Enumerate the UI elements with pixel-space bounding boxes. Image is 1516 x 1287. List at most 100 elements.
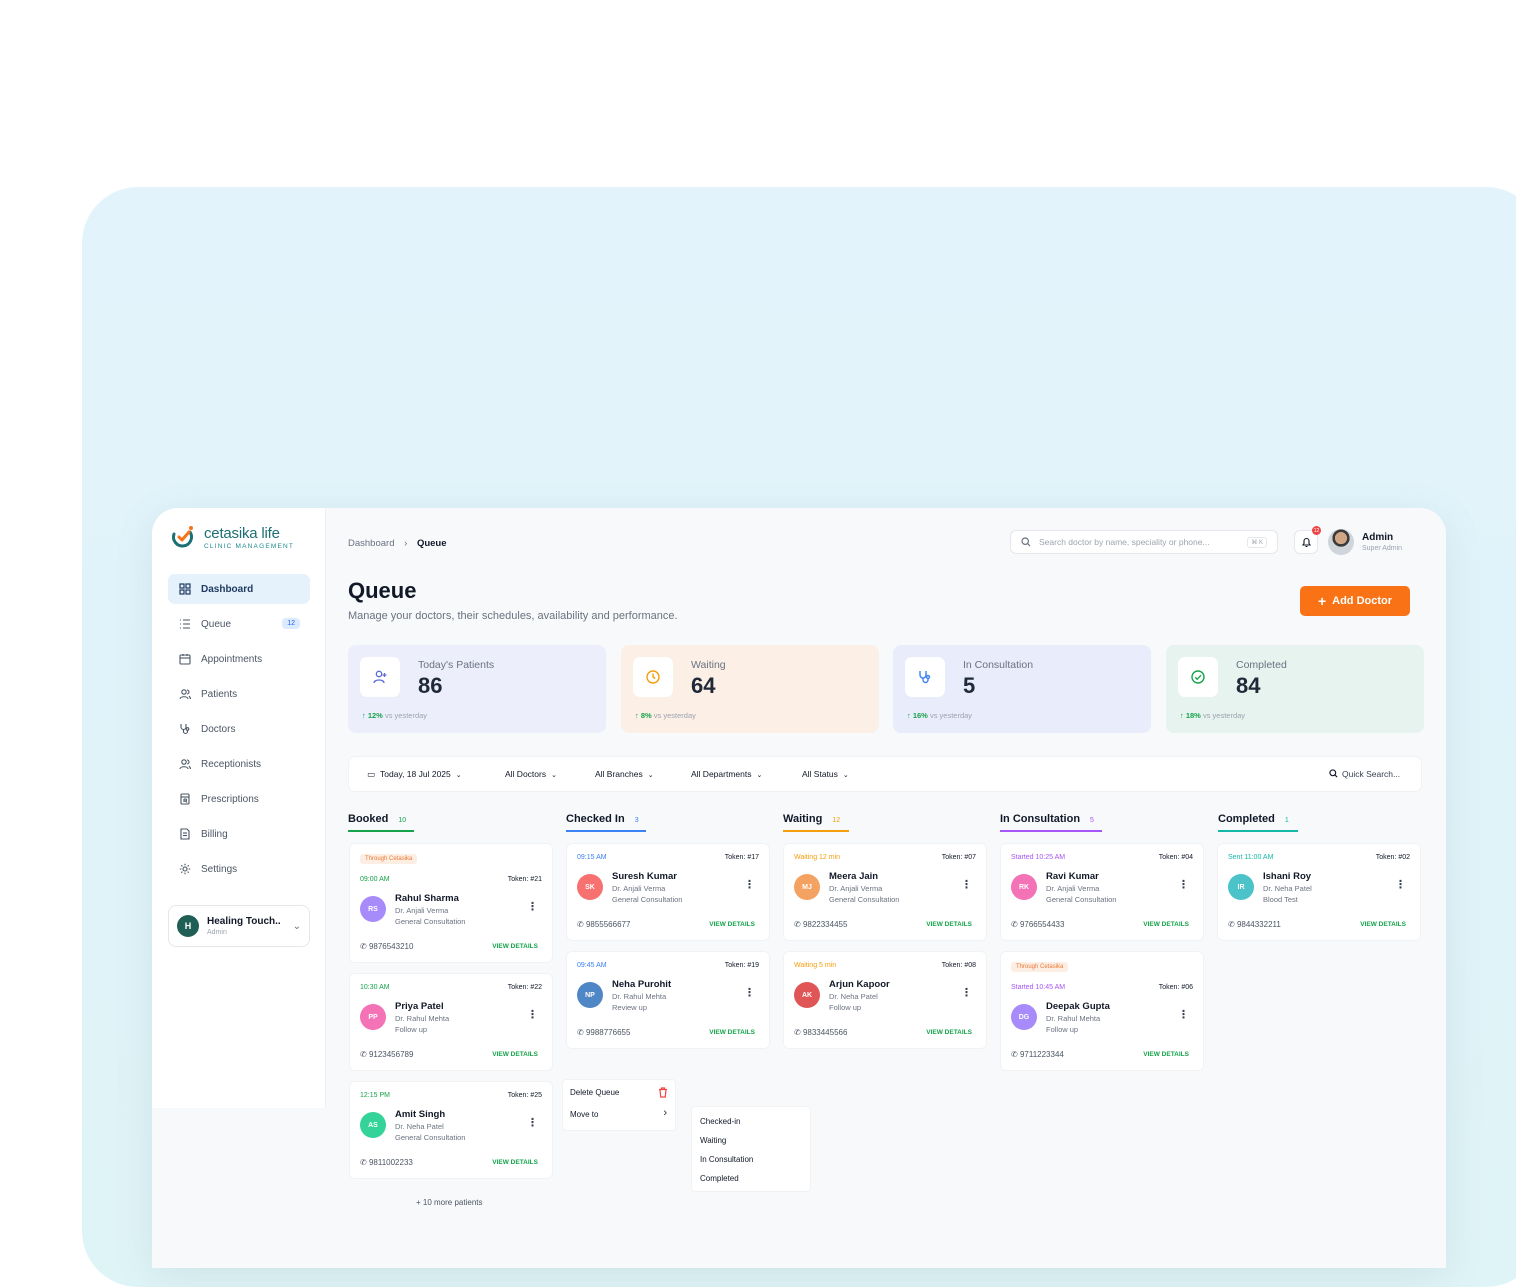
add-doctor-button[interactable]: + Add Doctor xyxy=(1300,586,1410,616)
stat-label: In Consultation xyxy=(963,659,1034,671)
view-details-link[interactable]: VIEW DETAILS xyxy=(709,921,755,928)
doctor-name: Dr. Anjali Verma xyxy=(395,906,449,915)
source-tag: Through Cetasika xyxy=(1011,962,1069,972)
more-options-icon[interactable]: ⋮ xyxy=(527,1116,538,1129)
column-header-in-consultation[interactable]: In Consultation 5 xyxy=(1000,813,1102,832)
document-icon xyxy=(178,827,192,841)
users-icon xyxy=(178,757,192,771)
more-options-icon[interactable]: ⋮ xyxy=(744,878,755,891)
view-details-link[interactable]: VIEW DETAILS xyxy=(492,1051,538,1058)
breadcrumb-root[interactable]: Dashboard xyxy=(348,538,394,549)
column-header-completed[interactable]: Completed 1 xyxy=(1218,813,1298,832)
patient-avatar: MJ xyxy=(794,874,820,900)
sidebar-item-receptionists[interactable]: Receptionists xyxy=(168,749,310,779)
patient-card[interactable]: 09:15 AM Token: #17 SK Suresh Kumar Dr. … xyxy=(566,843,770,941)
chevron-down-icon: ⌄ xyxy=(647,772,654,779)
stat-trend-text: vs yesterday xyxy=(653,711,696,720)
view-details-link[interactable]: VIEW DETAILS xyxy=(1143,1051,1189,1058)
user-role: Super Admin xyxy=(1362,545,1403,552)
status-filter[interactable]: All Status ⌄ xyxy=(802,769,849,779)
move-option-checked-in[interactable]: Checked-in xyxy=(700,1117,740,1126)
patient-avatar: AK xyxy=(794,982,820,1008)
delete-queue-item[interactable]: Delete Queue xyxy=(570,1088,619,1097)
move-to-item[interactable]: Move to xyxy=(570,1110,598,1119)
more-options-icon[interactable]: ⋮ xyxy=(744,986,755,999)
view-details-link[interactable]: VIEW DETAILS xyxy=(926,1029,972,1036)
view-details-link[interactable]: VIEW DETAILS xyxy=(492,1159,538,1166)
visit-type: General Consultation xyxy=(395,1133,466,1142)
column-header-checked-in[interactable]: Checked In 3 xyxy=(566,813,646,832)
trash-icon[interactable] xyxy=(658,1085,668,1103)
patient-card[interactable]: 10:30 AM Token: #22 PP Priya Patel Dr. R… xyxy=(349,973,553,1071)
more-patients-link[interactable]: + 10 more patients xyxy=(416,1198,482,1207)
phone-icon: ✆ xyxy=(360,942,369,951)
patient-card[interactable]: Sent 11:00 AM Token: #02 IR Ishani Roy D… xyxy=(1217,843,1421,941)
sidebar-item-doctors[interactable]: Doctors xyxy=(168,714,310,744)
view-details-link[interactable]: VIEW DETAILS xyxy=(492,943,538,950)
sidebar-item-patients[interactable]: Patients xyxy=(168,679,310,709)
more-options-icon[interactable]: ⋮ xyxy=(961,878,972,891)
view-details-link[interactable]: VIEW DETAILS xyxy=(926,921,972,928)
doctor-name: Dr. Neha Patel xyxy=(395,1122,444,1131)
patient-avatar: RK xyxy=(1011,874,1037,900)
patient-avatar: DG xyxy=(1011,1004,1037,1030)
departments-filter-label: All Departments xyxy=(691,769,752,779)
view-details-link[interactable]: VIEW DETAILS xyxy=(1143,921,1189,928)
patient-phone: ✆ 9811002233 xyxy=(360,1158,413,1167)
patient-card[interactable]: Through Cetasika 09:00 AM Token: #21 RS … xyxy=(349,843,553,963)
clinic-switcher[interactable]: H Healing Touch.. Admin ⌄ xyxy=(168,905,310,947)
patient-card[interactable]: Started 10:25 AM Token: #04 RK Ravi Kuma… xyxy=(1000,843,1204,941)
column-header-booked[interactable]: Booked 10 xyxy=(348,813,414,832)
user-menu[interactable]: Admin Super Admin xyxy=(1328,529,1402,555)
page-title: Queue xyxy=(348,578,417,603)
patient-card[interactable]: 12:15 PM Token: #25 AS Amit Singh Dr. Ne… xyxy=(349,1081,553,1179)
sidebar-item-billing[interactable]: Billing xyxy=(168,819,310,849)
move-option-completed[interactable]: Completed xyxy=(700,1174,739,1183)
stat-card-todays-patients: Today's Patients 86 ↑ 12% vs yesterday xyxy=(348,645,606,733)
brand-logo[interactable]: cetasika life CLINIC MANAGEMENT xyxy=(170,524,294,550)
chevron-down-icon: ⌄ xyxy=(551,772,557,779)
search-icon xyxy=(1021,537,1031,547)
sidebar-item-queue[interactable]: Queue 12 xyxy=(168,609,310,639)
patient-card[interactable]: Through Cetasika Started 10:45 AM Token:… xyxy=(1000,951,1204,1071)
view-details-link[interactable]: VIEW DETAILS xyxy=(1360,921,1406,928)
patient-card[interactable]: 09:45 AM Token: #19 NP Neha Purohit Dr. … xyxy=(566,951,770,1049)
quick-search[interactable]: Quick Search... xyxy=(1329,769,1400,779)
move-option-waiting[interactable]: Waiting xyxy=(700,1136,726,1145)
notification-button[interactable]: 12 xyxy=(1294,526,1321,554)
more-options-icon[interactable]: ⋮ xyxy=(1178,1008,1189,1021)
column-header-waiting[interactable]: Waiting 12 xyxy=(783,813,849,832)
filter-bar: ▭ Today, 18 Jul 2025 ⌄ All Doctors ⌄ All Br… xyxy=(348,756,1422,792)
queue-count-badge: 12 xyxy=(282,618,300,629)
column-underline xyxy=(1218,830,1298,832)
quick-search-label: Quick Search... xyxy=(1342,769,1401,779)
more-options-icon[interactable]: ⋮ xyxy=(961,986,972,999)
card-time: 10:30 AM xyxy=(360,984,390,991)
phone-icon: ✆ xyxy=(360,1050,369,1059)
view-details-link[interactable]: VIEW DETAILS xyxy=(709,1029,755,1036)
doctors-filter[interactable]: All Doctors ⌄ xyxy=(505,769,557,779)
departments-filter[interactable]: All Departments ⌄ xyxy=(691,769,762,779)
search-input[interactable]: Search doctor by name, speciality or pho… xyxy=(1010,530,1278,554)
bell-icon xyxy=(1301,537,1311,547)
sidebar-item-appointments[interactable]: Appointments xyxy=(168,644,310,674)
more-options-icon[interactable]: ⋮ xyxy=(1178,878,1189,891)
patient-card[interactable]: Waiting 12 min Token: #07 MJ Meera Jain … xyxy=(783,843,987,941)
more-options-icon[interactable]: ⋮ xyxy=(527,900,538,913)
more-options-icon[interactable]: ⋮ xyxy=(527,1008,538,1021)
patient-phone: ✆ 9988776655 xyxy=(577,1028,630,1037)
more-options-icon[interactable]: ⋮ xyxy=(1395,878,1406,891)
branches-filter[interactable]: All Branches ⌄ xyxy=(595,769,654,779)
patient-card[interactable]: Waiting 5 min Token: #08 AK Arjun Kapoor… xyxy=(783,951,987,1049)
notification-badge: 12 xyxy=(1312,526,1321,535)
move-option-in-consultation[interactable]: In Consultation xyxy=(700,1155,753,1164)
sidebar-item-prescriptions[interactable]: Prescriptions xyxy=(168,784,310,814)
breadcrumb-separator-icon: › xyxy=(404,538,408,549)
calendar-icon xyxy=(178,652,192,666)
sidebar-item-settings[interactable]: Settings xyxy=(168,854,310,884)
stat-trend-text: vs yesterday xyxy=(929,711,973,720)
sidebar-item-dashboard[interactable]: Dashboard xyxy=(168,574,310,604)
patient-name: Meera Jain xyxy=(829,871,879,882)
date-filter[interactable]: ▭ Today, 18 Jul 2025 ⌄ xyxy=(367,769,462,780)
card-time: 09:00 AM xyxy=(360,876,390,883)
